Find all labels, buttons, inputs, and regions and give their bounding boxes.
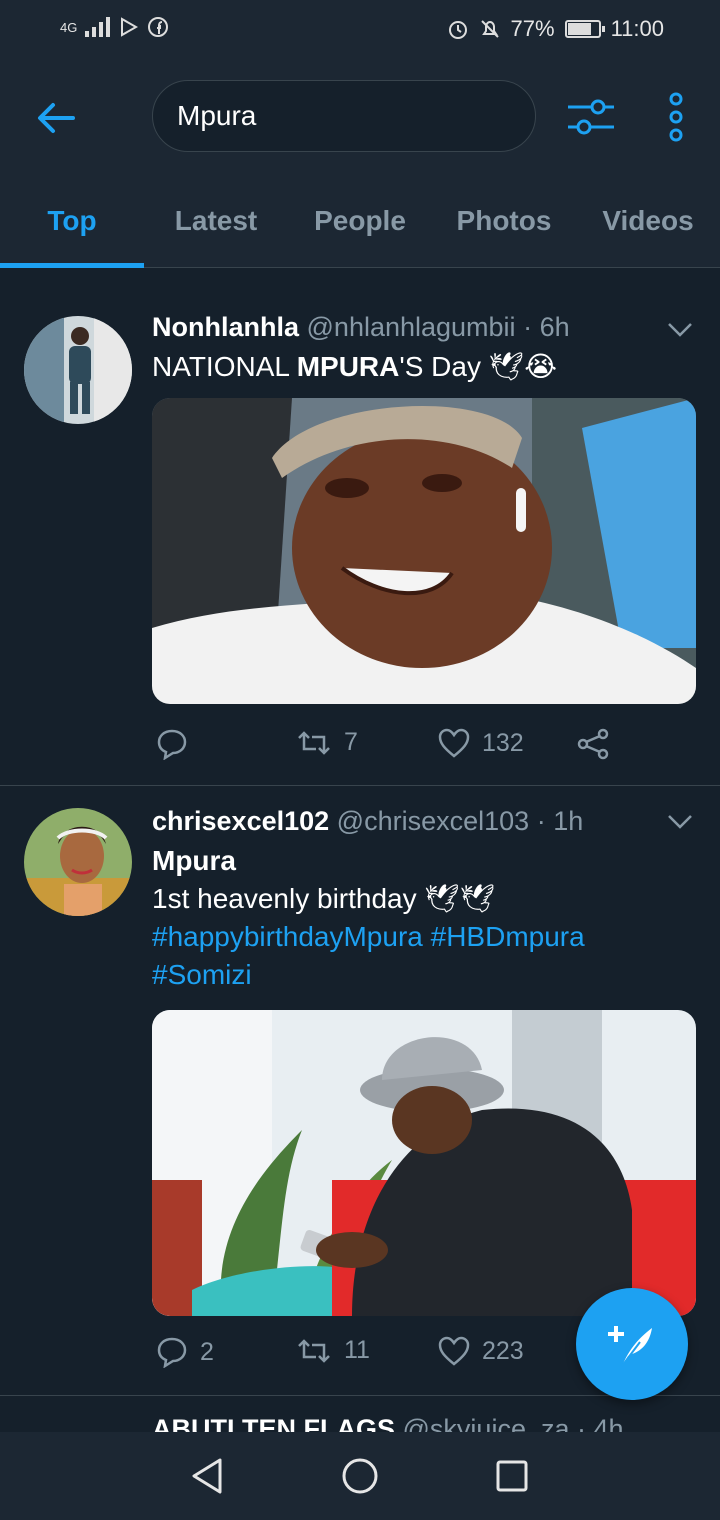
avatar[interactable] bbox=[24, 808, 132, 916]
retweet-icon bbox=[298, 1338, 330, 1363]
tweet-header: chrisexcel102 @chrisexcel103 · 1h bbox=[152, 806, 583, 837]
tweet-time: 6h bbox=[539, 312, 570, 342]
network-indicator: 4G bbox=[60, 19, 78, 35]
facebook-icon bbox=[148, 17, 169, 37]
alarm-icon bbox=[448, 21, 467, 39]
photo-man-with-phone bbox=[152, 1010, 696, 1316]
tweet-actions: 7 132 bbox=[152, 728, 622, 768]
search-header: Mpura Top Latest People Photos Videos bbox=[0, 60, 720, 268]
tweet-text-part: 'S Day 🕊😭 bbox=[399, 351, 558, 382]
heart-icon bbox=[438, 1336, 470, 1366]
like-button[interactable]: 132 bbox=[438, 728, 524, 758]
hashtag-link[interactable]: #happybirthdayMpura bbox=[152, 921, 423, 952]
signal-icon bbox=[85, 17, 111, 37]
status-bar: 4G 77% 11:00 bbox=[0, 0, 720, 60]
like-count: 132 bbox=[482, 728, 524, 757]
nav-recents-button[interactable] bbox=[492, 1456, 532, 1496]
search-tabs: Top Latest People Photos Videos bbox=[0, 190, 720, 268]
author-name[interactable]: chrisexcel102 bbox=[152, 806, 329, 836]
system-nav-bar bbox=[0, 1432, 720, 1520]
tweet-text-part: NATIONAL bbox=[152, 351, 297, 382]
search-input[interactable]: Mpura bbox=[152, 80, 536, 152]
reply-button[interactable]: 2 bbox=[156, 1336, 214, 1368]
like-button[interactable]: 223 bbox=[438, 1336, 524, 1366]
status-right: 77% 11:00 bbox=[447, 16, 664, 42]
tweet-header: Nonhlanhla @nhlanhlagumbii · 6h bbox=[152, 312, 570, 343]
chevron-down-icon bbox=[668, 815, 692, 829]
battery-fill bbox=[567, 23, 591, 35]
filter-button[interactable] bbox=[566, 94, 616, 140]
tweet-time: 1h bbox=[553, 806, 584, 836]
mute-icon bbox=[480, 20, 499, 38]
reply-button[interactable] bbox=[156, 728, 200, 760]
reply-icon bbox=[157, 729, 187, 760]
reply-icon bbox=[157, 1337, 187, 1368]
separator-dot: · bbox=[523, 312, 533, 342]
tweet-text-highlight: MPURA bbox=[296, 351, 400, 382]
avatar[interactable] bbox=[24, 316, 132, 424]
circle-home-icon bbox=[342, 1458, 378, 1494]
share-button[interactable] bbox=[576, 728, 610, 760]
tab-top[interactable]: Top bbox=[0, 190, 144, 268]
tweet-menu-button[interactable] bbox=[666, 320, 694, 340]
photo-smiling-man-car bbox=[152, 398, 696, 704]
nav-home-button[interactable] bbox=[340, 1456, 380, 1496]
tab-people[interactable]: People bbox=[288, 190, 432, 267]
more-options-button[interactable] bbox=[660, 90, 692, 144]
heart-icon bbox=[438, 728, 470, 758]
tab-latest[interactable]: Latest bbox=[144, 190, 288, 267]
compose-feather-icon bbox=[608, 1326, 652, 1367]
back-button[interactable] bbox=[30, 94, 82, 142]
chevron-down-icon bbox=[668, 323, 692, 337]
triangle-back-icon bbox=[192, 1458, 222, 1494]
compose-tweet-button[interactable] bbox=[576, 1288, 688, 1400]
hashtag-link[interactable]: #Somizi bbox=[152, 959, 252, 990]
tweet-photo[interactable] bbox=[152, 1010, 696, 1316]
play-store-icon bbox=[121, 17, 139, 37]
status-left: 4G bbox=[60, 16, 169, 38]
sliders-icon bbox=[568, 99, 614, 135]
retweet-button[interactable]: 7 bbox=[296, 728, 358, 757]
reply-count: 2 bbox=[200, 1337, 214, 1366]
tweet-text: Mpura 1st heavenly birthday 🕊🕊 #happybir… bbox=[152, 842, 700, 994]
tab-photos[interactable]: Photos bbox=[432, 190, 576, 267]
share-icon bbox=[577, 728, 609, 760]
tweet-menu-button[interactable] bbox=[666, 812, 694, 832]
tweet-text: NATIONAL MPURA'S Day 🕊😭 bbox=[152, 348, 700, 386]
tweet-text-highlight: Mpura bbox=[152, 845, 236, 876]
tweet-actions: 2 11 223 bbox=[152, 1336, 622, 1376]
retweet-button[interactable]: 11 bbox=[296, 1336, 370, 1365]
retweet-count: 11 bbox=[344, 1336, 370, 1364]
more-vertical-icon bbox=[669, 92, 683, 142]
avatar-image bbox=[24, 316, 132, 424]
tweet-card[interactable]: Nonhlanhla @nhlanhlagumbii · 6h NATIONAL… bbox=[0, 288, 720, 786]
tab-videos[interactable]: Videos bbox=[576, 190, 720, 267]
separator-dot: · bbox=[536, 806, 546, 836]
author-handle[interactable]: @nhlanhlagumbii bbox=[307, 312, 516, 342]
battery-percent: 77% bbox=[510, 16, 555, 41]
clock: 11:00 bbox=[610, 16, 664, 41]
tweet-photo[interactable] bbox=[152, 398, 696, 704]
retweet-icon bbox=[298, 730, 330, 755]
battery-icon bbox=[564, 20, 605, 38]
author-name[interactable]: Nonhlanhla bbox=[152, 312, 299, 342]
arrow-left-icon bbox=[38, 103, 75, 133]
avatar-image bbox=[24, 808, 132, 916]
square-recents-icon bbox=[496, 1460, 528, 1492]
retweet-count: 7 bbox=[344, 728, 358, 756]
nav-back-button[interactable] bbox=[188, 1456, 228, 1496]
author-handle[interactable]: @chrisexcel103 bbox=[337, 806, 530, 836]
hashtag-link[interactable]: #HBDmpura bbox=[431, 921, 585, 952]
like-count: 223 bbox=[482, 1336, 524, 1365]
tweet-text-line: 1st heavenly birthday 🕊🕊 bbox=[152, 883, 496, 914]
